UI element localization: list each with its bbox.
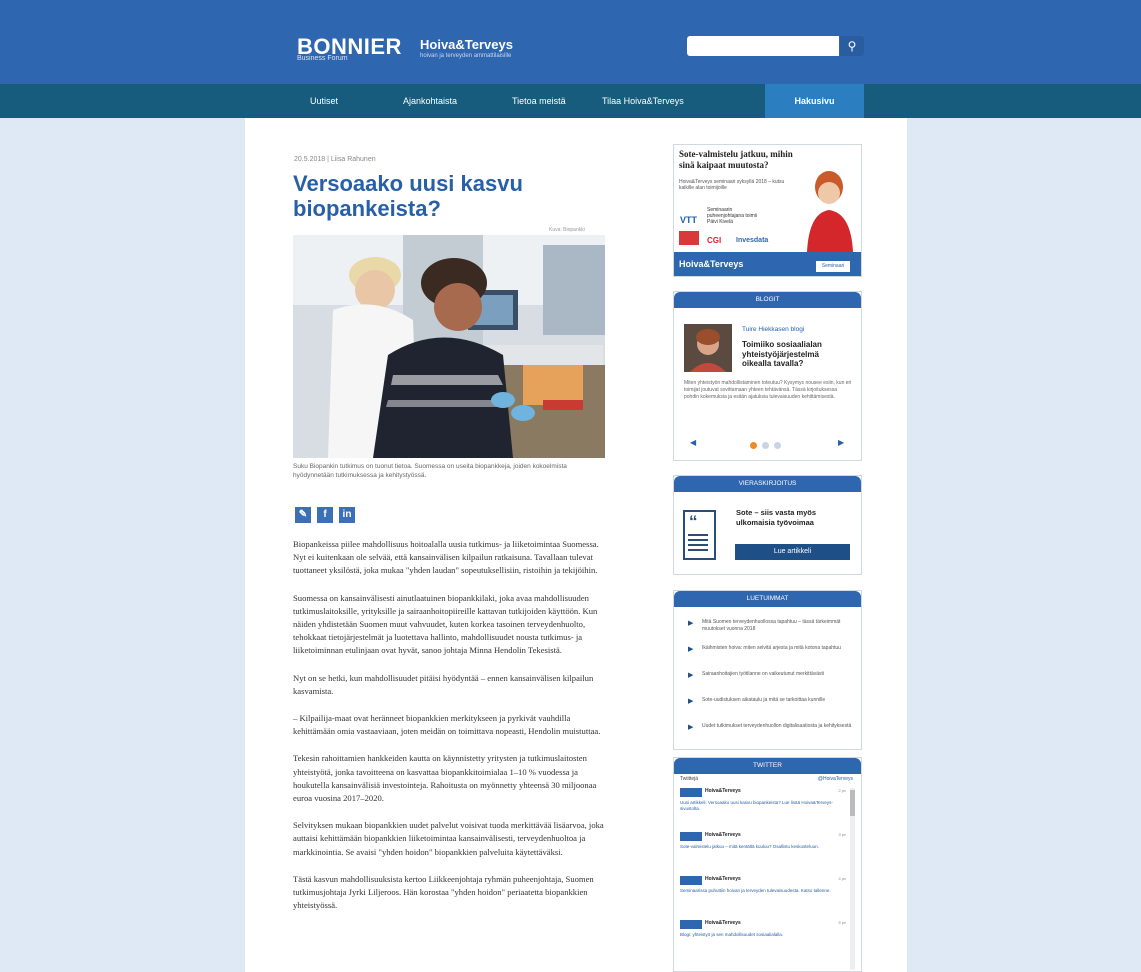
search-button[interactable]: ⚲ [840,36,864,56]
blogs-heading: BLOGIT [674,292,861,308]
ad-person-text: Seminaarin puheenjohtajana toimii Päivi … [707,207,758,225]
article-photo [293,235,605,458]
bonnier-logo-sub: Business Forum [297,55,348,62]
carousel-dot-active[interactable] [750,442,757,449]
tweet-author: Hoiva&Terveys [705,920,741,926]
blog-author-photo [684,324,732,372]
tweet[interactable]: Hoiva&Terveys 2 pv Uusi artikkeli: Verso… [680,788,846,828]
photo-caption: Suku Biopankin tutkimus on tuonut tietoa… [293,463,567,479]
popular-item-text: Ikäihmisten hoiva: miten selvitä arjesta… [702,645,841,651]
tweet-date: 5 pv [838,920,846,925]
tweet-text: Uusi artikkeli: Versoaako uusi kasvu bio… [680,800,833,811]
carousel-dot[interactable] [762,442,769,449]
twitter-follow-link[interactable]: @HoivaTerveys [818,776,853,782]
popular-item-text: Sote-uudistuksen aikataulu ja mitä se ta… [702,697,826,703]
popular-item-text: Sairaanhoitajien työtilanne on vaikeutun… [702,671,825,677]
share-facebook-button[interactable]: f [317,507,333,523]
search-input[interactable] [687,36,839,56]
document-lines-icon [688,534,708,551]
article-paragraph: – Kilpailija-maat ovat heränneet biopank… [293,713,601,737]
magnifier-icon: ⚲ [847,39,857,53]
ad-logo-red-icon [679,231,699,245]
tweet-date: 4 pv [838,876,846,881]
tweet-author: Hoiva&Terveys [705,788,741,794]
sidebar-ad[interactable]: Sote-valmistelu jatkuu, mihin sinä kaipa… [673,144,862,277]
photo-credit: Kuva: Biopankki [549,227,585,233]
article-paragraph: Tekesin rahoittamien hankkeiden kautta o… [293,753,597,804]
article-paragraph: Nyt on se hetki, kun mahdollisuudet pitä… [293,672,594,696]
site-header [0,0,1141,84]
tweet-text: Seminaarissa puhuttiin hoivan ja terveyd… [680,888,831,893]
ad-title: Sote-valmistelu jatkuu, mihin sinä kaipa… [679,149,793,170]
ad-banner: Hoiva&Terveys Seminaari [674,252,861,276]
tweet-avatar [680,920,702,929]
nav-item-active[interactable]: Hakusivu [765,84,864,118]
tweet-date: 3 pv [838,832,846,837]
opinion-heading: VIERASKIRJOITUS [674,476,861,492]
carousel-prev-icon[interactable]: ◀ [690,438,696,447]
popular-widget: LUETUIMMAT ▶ Mitä Suomen terveydenhuollo… [673,590,862,750]
lab-photo [293,235,605,458]
ad-person-photo [807,171,853,252]
twitter-widget: TWITTER Twiittejä @HoivaTerveys Hoiva&Te… [673,757,862,972]
nav-item-tilaa[interactable]: Tilaa Hoiva&Terveys [602,84,684,118]
article-paragraph: Suomessa on kansainvälisesti ainutlaatui… [293,592,598,656]
twitter-scrollbar-thumb[interactable] [850,790,855,816]
play-arrow-icon: ▶ [688,646,694,653]
publication-logo[interactable]: Hoiva&Terveys [420,37,513,52]
share-twitter-button[interactable]: ✎ [295,507,311,523]
article-paragraph: Selvityksen mukaan biopankkien uudet pal… [293,820,604,857]
carousel-next-icon[interactable]: ▶ [838,438,844,447]
publication-tagline: hoivan ja terveyden ammattilaisille [420,53,512,59]
tweet[interactable]: Hoiva&Terveys 4 pv Seminaarissa puhuttii… [680,876,846,916]
linkedin-icon: in [342,509,352,520]
tweet-text: Blogi: yhteistyö ja sen mahdollisuudet s… [680,932,784,937]
article-paragraph: Tästä kasvun mahdollisuuksista kertoo Li… [293,873,594,911]
nav-item-tietoa-meista[interactable]: Tietoa meistä [512,84,566,118]
blogs-widget: BLOGIT Tuire Hiekkasen blogi Toimiiko so… [673,291,862,461]
share-linkedin-button[interactable]: in [339,507,355,523]
popular-item-text: Uudet tutkimukset terveydenhuollon digit… [702,723,852,729]
popular-heading: LUETUIMMAT [674,591,861,607]
nav-item-uutiset[interactable]: Uutiset [310,84,338,118]
tweet-date: 2 pv [838,788,846,793]
tweet[interactable]: Hoiva&Terveys 3 pv Sote-valmistelu jatku… [680,832,846,872]
tweet-author: Hoiva&Terveys [705,876,741,882]
ad-banner-tag: Seminaari [816,261,850,272]
ad-banner-text: Hoiva&Terveys [679,259,744,269]
ad-subtitle: Hoiva&Terveys seminaari syksyllä 2018 – … [679,179,785,191]
article-body: Biopankeissa piilee mahdollisuus hoitoal… [293,538,613,972]
blog-excerpt: Miten yhteistyön mahdollistaminen toteut… [684,380,852,400]
blog-author-avatar [684,324,732,372]
ad-logo-vtt: VTT [680,215,697,225]
ad-logo-cgi: CGI [707,236,722,245]
tweet-text: Sote-valmistelu jatkuu – mitä kentältä k… [680,844,819,849]
twitter-icon: ✎ [298,509,308,520]
article-paragraph: Biopankeissa piilee mahdollisuus hoitoal… [293,539,599,576]
opinion-title[interactable]: Sote – siis vasta myös ulkomaisia työvoi… [736,508,851,527]
facebook-icon: f [323,509,327,520]
play-arrow-icon: ▶ [688,620,694,627]
popular-item-text: Mitä Suomen terveydenhuollossa tapahtuu … [702,619,841,632]
ad-logo-invesdata: Invesdata [736,237,769,244]
carousel-dot[interactable] [774,442,781,449]
play-arrow-icon: ▶ [688,698,694,705]
read-article-button[interactable]: Lue artikkeli [735,544,850,560]
tweet-avatar [680,832,702,841]
tweet-avatar [680,876,702,885]
tweet-avatar [680,788,702,797]
nav-item-ajankohtaista[interactable]: Ajankohtaista [403,84,457,118]
tweet[interactable]: Hoiva&Terveys 5 pv Blogi: yhteistyö ja s… [680,920,846,960]
main-nav [0,84,1141,118]
play-arrow-icon: ▶ [688,672,694,679]
opinion-widget: VIERASKIRJOITUS “ Sote – siis vasta myös… [673,475,862,575]
twitter-heading: TWITTER [674,758,861,774]
blog-title[interactable]: Toimiiko sosiaalialan yhteistyöjärjestel… [742,340,842,369]
tweet-author: Hoiva&Terveys [705,832,741,838]
article-title: Versoaako uusi kasvu biopankeista? [293,171,523,221]
article-meta: 20.5.2018 | Liisa Rahunen [294,156,376,163]
play-arrow-icon: ▶ [688,724,694,731]
blog-author-name[interactable]: Tuire Hiekkasen blogi [742,326,804,333]
